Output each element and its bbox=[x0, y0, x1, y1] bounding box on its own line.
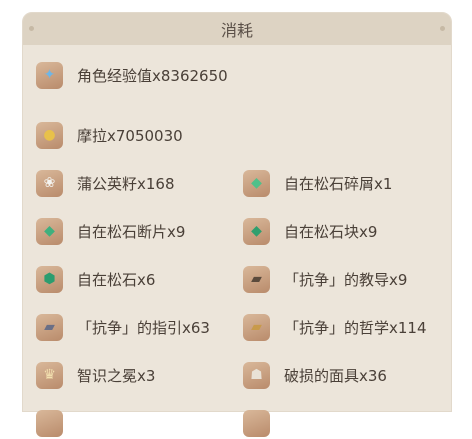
material-item-partial bbox=[243, 407, 284, 439]
material-item: ▰ 「抗争」的教导x9 bbox=[243, 263, 407, 295]
material-label: 摩拉x7050030 bbox=[77, 126, 183, 145]
panel-header: 消耗 bbox=[23, 13, 451, 45]
material-item: ☗ 破损的面具x36 bbox=[243, 359, 387, 391]
material-item: ◆ 自在松石碎屑x1 bbox=[243, 167, 392, 199]
turquoise-chunk-icon: ◆ bbox=[243, 217, 270, 245]
turquoise-sliver-icon: ◆ bbox=[243, 169, 270, 197]
material-item: ● 摩拉x7050030 bbox=[36, 119, 183, 151]
material-label: 自在松石碎屑x1 bbox=[284, 174, 393, 193]
material-item: ♛ 智识之冕x3 bbox=[36, 359, 155, 391]
material-item: ◆ 自在松石块x9 bbox=[243, 215, 377, 247]
material-item: ▰ 「抗争」的指引x63 bbox=[36, 311, 210, 343]
mora-coin-icon: ● bbox=[36, 121, 63, 149]
material-label: 智识之冕x3 bbox=[77, 366, 156, 385]
material-item: ◆ 自在松石断片x9 bbox=[36, 215, 185, 247]
partial-item-icon bbox=[36, 409, 63, 437]
consumption-panel: 消耗 ✦ 角色经验值x8362650 ● 摩拉x7050030 ❀ 蒲公英籽x1… bbox=[22, 12, 452, 437]
philosophies-book-icon: ▰ bbox=[243, 313, 270, 341]
material-item: ▰ 「抗争」的哲学x114 bbox=[243, 311, 427, 343]
crown-icon: ♛ bbox=[36, 361, 63, 389]
turquoise-gemstone-icon: ⬢ bbox=[36, 265, 63, 293]
material-label: 「抗争」的哲学x114 bbox=[284, 318, 427, 337]
guide-book-icon: ▰ bbox=[36, 313, 63, 341]
material-label: 破损的面具x36 bbox=[284, 366, 387, 385]
panel-title: 消耗 bbox=[220, 21, 253, 40]
material-label: 蒲公英籽x168 bbox=[77, 174, 175, 193]
material-label: 「抗争」的指引x63 bbox=[77, 318, 210, 337]
material-item: ❀ 蒲公英籽x168 bbox=[36, 167, 175, 199]
turquoise-fragment-icon: ◆ bbox=[36, 217, 63, 245]
material-item-partial bbox=[36, 407, 77, 439]
exp-book-icon: ✦ bbox=[36, 61, 63, 89]
partial-item-icon bbox=[243, 409, 270, 437]
material-item: ✦ 角色经验值x8362650 bbox=[36, 59, 228, 91]
teachings-book-icon: ▰ bbox=[243, 265, 270, 293]
material-label: 自在松石x6 bbox=[77, 270, 156, 289]
material-item: ⬢ 自在松石x6 bbox=[36, 263, 155, 295]
header-ornament-right bbox=[440, 26, 445, 31]
material-label: 角色经验值x8362650 bbox=[77, 66, 228, 85]
dandelion-seed-icon: ❀ bbox=[36, 169, 63, 197]
damaged-mask-icon: ☗ bbox=[243, 361, 270, 389]
material-label: 自在松石块x9 bbox=[284, 222, 378, 241]
material-label: 自在松石断片x9 bbox=[77, 222, 186, 241]
material-label: 「抗争」的教导x9 bbox=[284, 270, 408, 289]
header-ornament-left bbox=[29, 26, 34, 31]
